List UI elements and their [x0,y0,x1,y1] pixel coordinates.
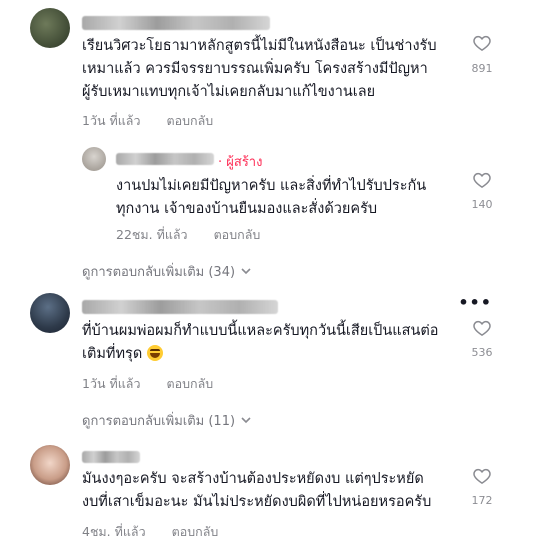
avatar[interactable] [82,147,106,171]
comment-time: 22ชม. ที่แล้ว [116,227,188,242]
heart-icon [473,35,491,51]
username-blurred[interactable] [82,451,140,463]
grinning-face-emoji [146,345,163,361]
avatar[interactable] [30,445,70,485]
view-more-replies[interactable]: ดูการตอบกลับเพิ่มเติม (34) [82,261,251,282]
chevron-down-icon [241,268,251,275]
like-count: 536 [471,346,493,359]
more-options-icon[interactable]: ••• [458,293,492,312]
reply-button[interactable]: ตอบกลับ [166,113,213,128]
username-blurred[interactable] [116,153,214,165]
avatar[interactable] [30,293,70,333]
comment-meta: 22ชม. ที่แล้ว ตอบกลับ [116,225,260,245]
comment-text: มันงงๆอะครับ จะสร้างบ้านต้องประหยัดงบ แต… [82,471,432,510]
comment-time: 4ชม. ที่แล้ว [82,524,146,539]
like-button[interactable] [472,320,492,336]
like-button[interactable] [472,468,492,484]
reply-button[interactable]: ตอบกลับ [166,376,213,391]
like-count: 140 [471,198,493,211]
comment-meta: 4ชม. ที่แล้ว ตอบกลับ [82,522,218,542]
like-count: 891 [471,62,493,75]
comment-meta: 1วัน ที่แล้ว ตอบกลับ [82,111,213,131]
like-button[interactable] [472,35,492,51]
comment-text: งานปมไม่เคยมีปัญหาครับ และสิ่งที่ทำไปรับ… [116,178,427,217]
comment-time: 1วัน ที่แล้ว [82,113,141,128]
avatar[interactable] [30,8,70,48]
like-count: 172 [471,494,493,507]
reply-button[interactable]: ตอบกลับ [214,227,261,242]
like-button[interactable] [472,172,492,188]
comment-meta: 1วัน ที่แล้ว ตอบกลับ [82,374,213,394]
username-blurred[interactable] [82,16,270,30]
heart-icon [473,172,491,188]
reply-button[interactable]: ตอบกลับ [172,524,219,539]
comment-time: 1วัน ที่แล้ว [82,376,141,391]
comment-text: ที่บ้านผมพ่อผมก็ทำแบบนี้แหละครับทุกวันนี… [82,323,439,362]
chevron-down-icon [241,417,251,424]
view-more-replies[interactable]: ดูการตอบกลับเพิ่มเติม (11) [82,410,251,431]
comment-text: เรียนวิศวะโยธามาหลักสูตรนี้ไม่มีในหนังสื… [82,38,437,100]
heart-icon [473,320,491,336]
creator-badge: · ผู้สร้าง [218,155,263,170]
heart-icon [473,468,491,484]
username-blurred[interactable] [82,300,278,314]
